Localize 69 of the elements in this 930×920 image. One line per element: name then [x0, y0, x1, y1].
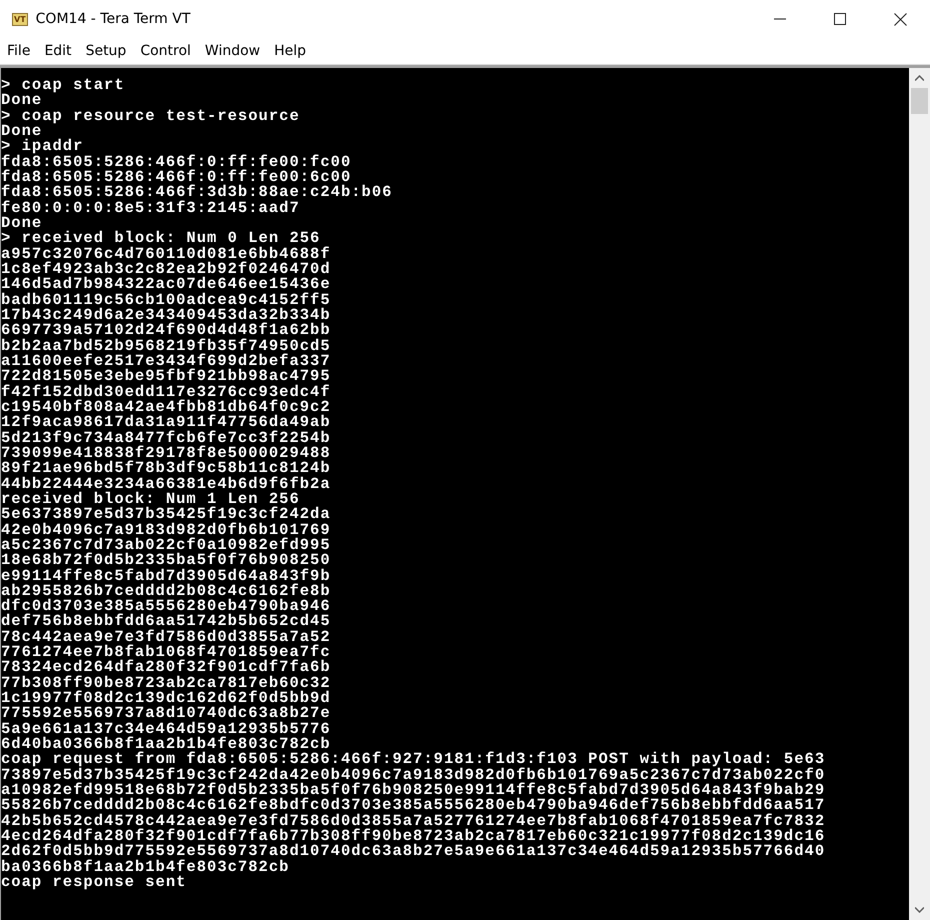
scroll-down-icon[interactable]	[915, 907, 924, 913]
terminal-line: 44bb22444e3234a66381e4b6d9f6fb2a	[1, 476, 331, 492]
terminal-line: fe80:0:0:0:8e5:31f3:2145:aad7	[1, 200, 300, 216]
menu-item[interactable]: Control	[133, 43, 198, 59]
terminal-line: 1c19977f08d2c139dc162d62f0d5bb9d	[1, 691, 331, 706]
menu-item[interactable]: Help	[267, 43, 314, 59]
terminal-line: 775592e5569737a8d10740dc63a8b27e	[1, 706, 331, 722]
terminal-line: 146d5ad7b984322ac07de646ee15436e	[1, 277, 331, 293]
terminal-line: e99114ffe8c5fabd7d3905d64a843f9b	[1, 568, 331, 584]
terminal-line: 78324ecd264dfa280f32f901cdf7fa6b	[1, 660, 331, 676]
terminal-line: a10982efd99518e68b72f0d5b2335ba5f0f76b908250e99114ffe8c5fabd7d3905d64a843f9bab29	[1, 783, 826, 798]
terminal-line: > coap start	[1, 78, 125, 94]
terminal-line: f42f152dbd30edd117e3276cc93edc4f	[1, 384, 331, 400]
menu-item[interactable]: Setup	[78, 43, 134, 59]
terminal-line: Done	[1, 124, 42, 140]
terminal-line: dfc0d3703e385a5556280eb4790ba946	[1, 599, 331, 614]
terminal-line: 78c442aea9e7e3fd7586d0d3855a7a52	[1, 630, 331, 646]
menu-item[interactable]: Window	[198, 43, 268, 59]
terminal-line: ba0366b8f1aa2b1b4fe803c782cb	[1, 860, 290, 876]
terminal-line: coap request from fda8:6505:5286:466f:927:9181:f1d3:f103 POST with payload: 5e63	[1, 752, 826, 768]
terminal-line: > received block: Num 0 Len 256	[1, 231, 320, 247]
terminal-line: a957c32076c4d760110d081e6bb4688f	[1, 246, 331, 262]
terminal-line: received block: Num 1 Len 256	[1, 492, 300, 508]
terminal-line: 6d40ba0366b8f1aa2b1b4fe803c782cb	[1, 737, 331, 752]
minimize-icon	[774, 18, 786, 20]
terminal-line: 55826b7cedddd2b08c4c6162fe8bdfc0d3703e385a5556280eb4790ba946def756b8ebbfdd6aa517	[1, 798, 826, 814]
terminal-line: 5d213f9c734a8477fcb6fe7cc3f2254b	[1, 430, 331, 446]
terminal-line: 18e68b72f0d5b2335ba5f0f76b908250	[1, 553, 331, 568]
terminal-line: 17b43c249d6a2e343409453da32b334b	[1, 308, 331, 324]
terminal-line: Done	[1, 216, 42, 232]
terminal-screen[interactable]	[0, 65, 930, 920]
terminal-line: 5e6373897e5d37b35425f19c3cf242da	[1, 507, 331, 523]
app-icon: VT	[12, 12, 28, 26]
terminal-line: 722d81505e3ebe95fbf921bb98ac4795	[1, 369, 331, 385]
menu-item[interactable]: File	[0, 43, 38, 59]
scroll-thumb[interactable]	[911, 88, 928, 114]
terminal-line: a11600eefe2517e3434f699d2befa337	[1, 354, 331, 370]
terminal-line: fda8:6505:5286:466f:3d3b:88ae:c24b:b06	[1, 185, 392, 201]
window-title: COM14 - Tera Term VT	[36, 11, 192, 27]
maximize-icon	[834, 13, 846, 25]
terminal-line: 739099e418838f29178f8e5000029488	[1, 446, 331, 462]
terminal-line: 7761274ee7b8fab1068f4701859ea7fc	[1, 645, 331, 660]
terminal-line: 4ecd264dfa280f32f901cdf7fa6b77b308ff90be8723ab2ca7817eb60c321c19977f08d2c139dc16	[1, 829, 826, 844]
terminal-line: 2d62f0d5bb9d775592e5569737a8d10740dc63a8b27e5a9e661a137c34e464d59a12935b57766d40	[1, 844, 826, 860]
terminal-line: 73897e5d37b35425f19c3cf242da42e0b4096c7a9183d982d0fb6b101769a5c2367c7d73ab022cf0	[1, 768, 826, 784]
terminal-line: Done	[1, 93, 42, 109]
terminal-line: 77b308ff90be8723ab2ca7817eb60c32	[1, 676, 331, 692]
terminal-line: > ipaddr	[1, 139, 84, 155]
terminal-line: 89f21ae96bd5f78b3df9c58b11c8124b	[1, 461, 331, 477]
scroll-up-icon[interactable]	[915, 75, 924, 81]
terminal-line: 42b5b652cd4578c442aea9e7e3fd7586d0d3855a7a527761274ee7b8fab1068f4701859ea7fc7832	[1, 814, 826, 830]
terminal-line: coap response sent	[1, 875, 186, 890]
terminal-line: 42e0b4096c7a9183d982d0fb6b101769	[1, 522, 331, 538]
terminal-line: ab2955826b7cedddd2b08c4c6162fe8b	[1, 584, 331, 600]
terminal-line: def756b8ebbfdd6aa51742b5b652cd45	[1, 614, 331, 630]
terminal-line: badb601119c56cb100adcea9c4152ff5	[1, 292, 331, 308]
terminal-line: 12f9aca98617da31a911f47756da49ab	[1, 415, 331, 431]
scrollbar[interactable]	[909, 68, 930, 920]
terminal-line: a5c2367c7d73ab022cf0a10982efd995	[1, 538, 331, 554]
close-icon	[894, 12, 906, 26]
terminal-line: b2b2aa7bd52b9568219fb35f74950cd5	[1, 338, 331, 354]
terminal-line: fda8:6505:5286:466f:0:ff:fe00:fc00	[1, 154, 352, 170]
terminal-line: > coap resource test-resource	[1, 108, 300, 124]
terminal-line: 6697739a57102d24f690d4d48f1a62bb	[1, 323, 331, 339]
terminal-line: c19540bf808a42ae4fbb81db64f0c9c2	[1, 400, 331, 416]
terminal-line: 5a9e661a137c34e464d59a12935b5776	[1, 722, 331, 738]
menu-item[interactable]: Edit	[37, 43, 79, 59]
terminal-line: fda8:6505:5286:466f:0:ff:fe00:6c00	[1, 170, 352, 186]
terminal-line: 1c8ef4923ab3c2c82ea2b92f0246470d	[1, 262, 331, 278]
